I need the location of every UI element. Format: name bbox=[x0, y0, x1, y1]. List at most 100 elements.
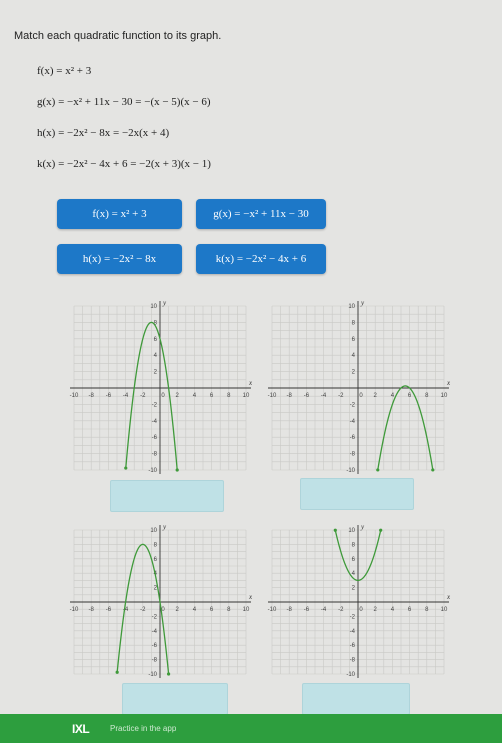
x-tick-label: 10 bbox=[243, 393, 250, 399]
drop-target-2[interactable] bbox=[300, 478, 414, 510]
curve-arrowhead bbox=[124, 466, 128, 470]
instructions-text: Match each quadratic function to its gra… bbox=[14, 30, 222, 42]
curve-arrowhead bbox=[431, 468, 435, 472]
x-tick-label: -8 bbox=[287, 607, 293, 613]
x-tick-label: -2 bbox=[338, 607, 344, 613]
y-tick-label: -6 bbox=[152, 643, 158, 649]
ixl-logo: IXL bbox=[72, 722, 90, 736]
x-tick-label: 8 bbox=[425, 607, 429, 613]
page: Match each quadratic function to its gra… bbox=[0, 0, 502, 743]
y-tick-label: -2 bbox=[152, 402, 158, 408]
footer-bar: IXL Practice in the app bbox=[0, 714, 502, 743]
curve-arrowhead bbox=[379, 528, 383, 532]
x-tick-label: 10 bbox=[441, 393, 448, 399]
y-tick-label: 10 bbox=[150, 304, 157, 310]
x-axis-label: x bbox=[446, 593, 451, 601]
graph-4: -10 -8 -6 -4 -2 0 2 4 6 8 10108642-2-4-6-8-10xy bbox=[268, 523, 451, 678]
x-axis-label: x bbox=[248, 593, 253, 601]
y-tick-label: -2 bbox=[350, 402, 356, 408]
tile-f[interactable]: f(x) = x² + 3 bbox=[57, 199, 182, 229]
y-tick-label: -4 bbox=[350, 419, 356, 425]
drop-target-1[interactable] bbox=[110, 480, 224, 512]
x-tick-label: -4 bbox=[321, 393, 327, 399]
graph-3: -10 -8 -6 -4 -2 0 2 4 6 8 10108642-2-4-6-8-10xy bbox=[70, 523, 253, 678]
y-tick-label: 10 bbox=[348, 528, 355, 534]
curve-arrowhead bbox=[167, 672, 171, 676]
x-tick-label: 10 bbox=[441, 607, 448, 613]
x-tick-label: 4 bbox=[391, 607, 395, 613]
x-tick-label: 2 bbox=[176, 607, 180, 613]
x-tick-label: -6 bbox=[304, 607, 310, 613]
y-tick-label: 10 bbox=[150, 528, 157, 534]
y-tick-label: 8 bbox=[352, 320, 356, 326]
x-tick-label: -2 bbox=[140, 607, 146, 613]
y-tick-label: 2 bbox=[352, 370, 356, 376]
y-tick-label: -10 bbox=[148, 468, 157, 474]
y-tick-label: -6 bbox=[350, 643, 356, 649]
y-tick-label: -4 bbox=[152, 629, 158, 635]
y-tick-label: -8 bbox=[152, 452, 158, 458]
y-tick-label: 6 bbox=[154, 337, 158, 343]
curve-arrowhead bbox=[115, 670, 119, 674]
y-tick-label: 6 bbox=[352, 557, 356, 563]
tile-h[interactable]: h(x) = −2x² − 8x bbox=[57, 244, 182, 274]
y-tick-label: -10 bbox=[148, 672, 157, 678]
y-tick-label: 2 bbox=[154, 370, 158, 376]
x-tick-label: -2 bbox=[140, 393, 146, 399]
function-h: h(x) = −2x² − 8x = −2x(x + 4) bbox=[37, 127, 170, 139]
footer-tagline[interactable]: Practice in the app bbox=[110, 724, 176, 733]
y-tick-label: 6 bbox=[154, 557, 158, 563]
tile-k[interactable]: k(x) = −2x² − 4x + 6 bbox=[196, 244, 326, 274]
y-tick-label: -8 bbox=[152, 658, 158, 664]
y-tick-label: -4 bbox=[152, 419, 158, 425]
x-tick-label: 0 bbox=[359, 607, 363, 613]
y-tick-label: -10 bbox=[346, 672, 355, 678]
x-tick-label: 6 bbox=[210, 607, 214, 613]
x-tick-label: -10 bbox=[70, 393, 79, 399]
x-tick-label: -8 bbox=[89, 393, 95, 399]
curve-arrowhead bbox=[333, 528, 337, 532]
x-tick-label: -10 bbox=[268, 393, 277, 399]
y-tick-label: -8 bbox=[350, 658, 356, 664]
x-tick-label: -6 bbox=[106, 393, 112, 399]
x-tick-label: -6 bbox=[106, 607, 112, 613]
y-tick-label: -10 bbox=[346, 468, 355, 474]
x-tick-label: -6 bbox=[304, 393, 310, 399]
x-tick-label: 2 bbox=[374, 607, 378, 613]
y-tick-label: -2 bbox=[350, 614, 356, 620]
y-tick-label: -4 bbox=[350, 629, 356, 635]
x-tick-label: 4 bbox=[193, 607, 197, 613]
y-tick-label: 10 bbox=[348, 304, 355, 310]
y-tick-label: -6 bbox=[152, 435, 158, 441]
x-tick-label: 10 bbox=[243, 607, 250, 613]
x-axis-label: x bbox=[248, 379, 253, 387]
tile-g[interactable]: g(x) = −x² + 11x − 30 bbox=[196, 199, 326, 229]
y-tick-label: 8 bbox=[154, 542, 158, 548]
x-tick-label: -8 bbox=[89, 607, 95, 613]
drop-target-3[interactable] bbox=[122, 683, 228, 715]
y-tick-label: 4 bbox=[352, 353, 356, 359]
curve-arrowhead bbox=[376, 468, 380, 472]
curve-arrowhead bbox=[175, 468, 179, 472]
x-tick-label: -10 bbox=[70, 607, 79, 613]
x-tick-label: 8 bbox=[227, 607, 231, 613]
y-tick-label: -2 bbox=[152, 614, 158, 620]
y-tick-label: -8 bbox=[350, 452, 356, 458]
x-tick-label: -8 bbox=[287, 393, 293, 399]
x-tick-label: -4 bbox=[321, 607, 327, 613]
drop-target-4[interactable] bbox=[302, 683, 410, 715]
y-tick-label: -6 bbox=[350, 435, 356, 441]
x-tick-label: 6 bbox=[408, 607, 412, 613]
graph-1: -10 -8 -6 -4 -2 0 2 4 6 8 10108642-2-4-6-8-10xy bbox=[70, 299, 253, 474]
y-tick-label: 4 bbox=[154, 353, 158, 359]
y-tick-label: 8 bbox=[352, 542, 356, 548]
graph-2: -10 -8 -6 -4 -2 0 2 4 6 8 10108642-2-4-6-8-10xy bbox=[268, 299, 451, 474]
x-axis-label: x bbox=[446, 379, 451, 387]
x-tick-label: -4 bbox=[123, 393, 129, 399]
x-tick-label: -2 bbox=[338, 393, 344, 399]
x-tick-label: -10 bbox=[268, 607, 277, 613]
function-k: k(x) = −2x² − 4x + 6 = −2(x + 3)(x − 1) bbox=[37, 158, 211, 170]
y-tick-label: 2 bbox=[352, 586, 356, 592]
function-f: f(x) = x² + 3 bbox=[37, 65, 92, 77]
function-g: g(x) = −x² + 11x − 30 = −(x − 5)(x − 6) bbox=[37, 96, 211, 108]
